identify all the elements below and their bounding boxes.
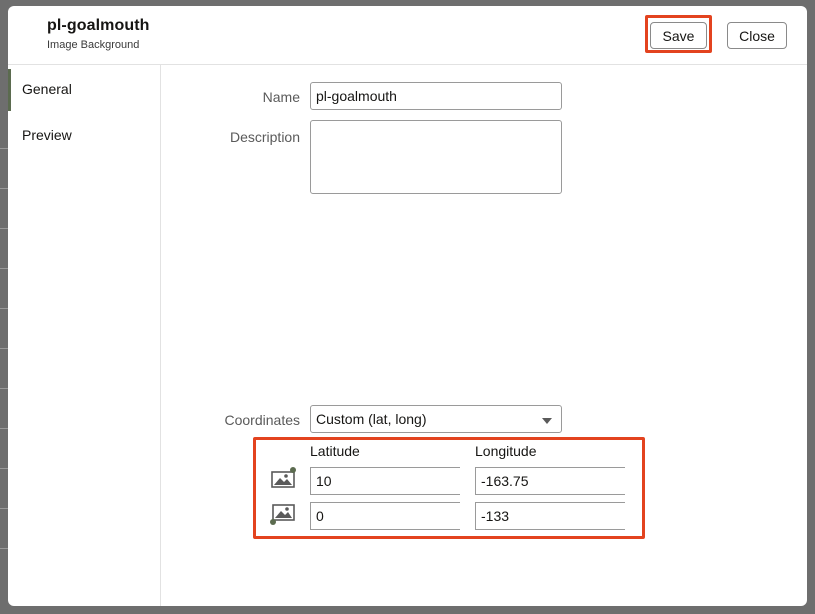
image-top-right-anchor-icon: [271, 467, 296, 488]
longitude-header: Longitude: [475, 443, 537, 459]
longitude-field-1[interactable]: -163.75: [475, 467, 625, 495]
dialog-title: pl-goalmouth: [47, 17, 150, 34]
latitude-field-2[interactable]: 0: [310, 502, 460, 530]
dialog-header: pl-goalmouth Image Background Save Close: [8, 6, 807, 65]
latitude-header: Latitude: [310, 443, 360, 459]
name-input[interactable]: [310, 82, 562, 110]
latitude-field-1[interactable]: 10: [310, 467, 460, 495]
coordinates-label: Coordinates: [224, 412, 301, 428]
coordinates-select-value: Custom (lat, long): [316, 411, 427, 427]
close-button[interactable]: Close: [727, 22, 787, 49]
description-label: Description: [229, 129, 300, 145]
image-background-dialog: pl-goalmouth Image Background Save Close…: [8, 6, 807, 606]
coordinates-select[interactable]: Custom (lat, long): [310, 405, 562, 433]
chevron-down-icon: [542, 418, 552, 424]
image-bottom-left-anchor-icon: [270, 504, 295, 525]
save-button[interactable]: Save: [650, 22, 707, 49]
sidebar-nav: General Preview: [8, 65, 161, 606]
longitude-field-2[interactable]: -133: [475, 502, 625, 530]
sidebar-item-general[interactable]: General: [8, 69, 160, 111]
dialog-subtitle: Image Background: [47, 39, 140, 51]
name-label: Name: [262, 89, 300, 105]
description-textarea[interactable]: [310, 120, 562, 194]
sidebar-item-preview[interactable]: Preview: [8, 115, 160, 155]
